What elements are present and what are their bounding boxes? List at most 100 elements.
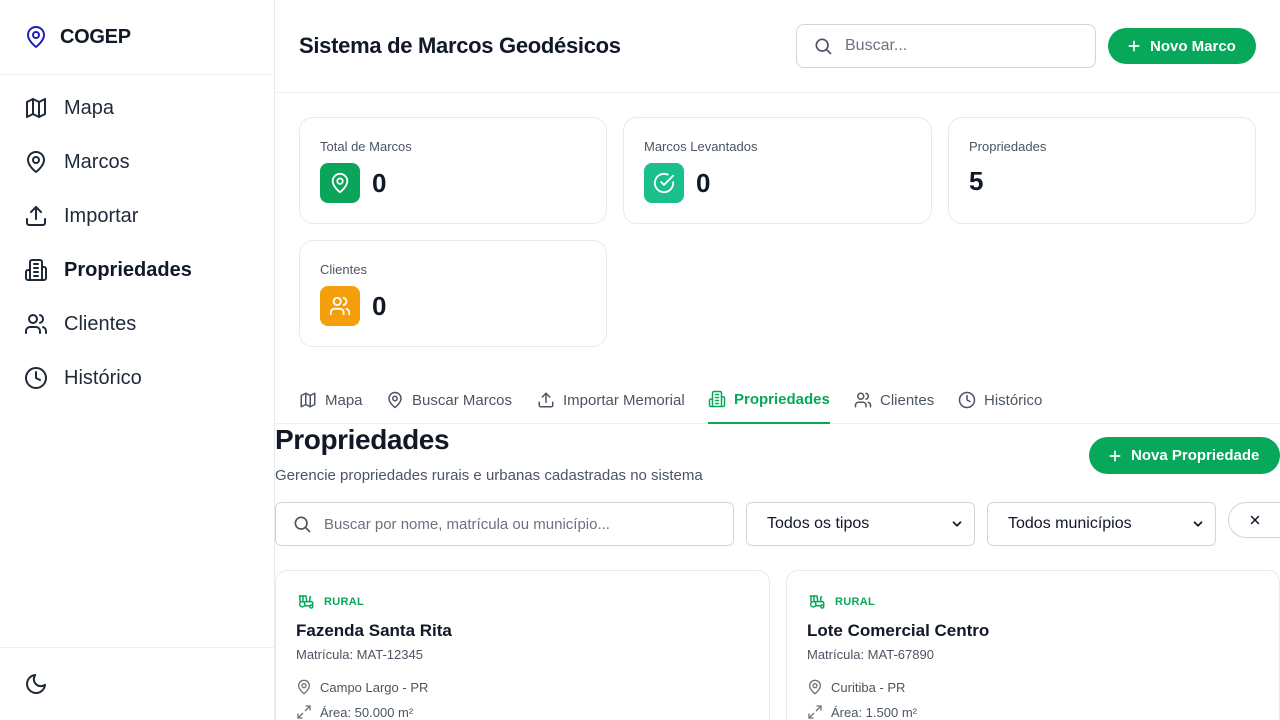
stat-card-total-marcos: Total de Marcos 0 — [299, 117, 607, 224]
property-name: Lote Comercial Centro — [807, 621, 990, 640]
new-marco-button[interactable]: Novo Marco — [1108, 28, 1256, 64]
property-area-text: Área: 1.500 m² — [831, 704, 917, 720]
stat-card-marcos-levantados: Marcos Levantados 0 — [623, 117, 932, 224]
stat-card-propriedades: Propriedades 5 — [948, 117, 1256, 224]
property-type: RURAL — [324, 596, 364, 608]
sidebar-item-historico[interactable]: Histórico — [0, 351, 274, 405]
stat-value: 0 — [372, 291, 387, 321]
property-name: Fazenda Santa Rita — [296, 621, 452, 640]
building-icon — [708, 390, 726, 408]
tab-label: Histórico — [984, 391, 1043, 409]
brand-name: COGEP — [60, 25, 131, 48]
sidebar-item-importar[interactable]: Importar — [0, 189, 274, 243]
moon-icon[interactable] — [24, 672, 48, 696]
map-pin-icon — [807, 679, 823, 695]
type-select-value: Todos os tipos — [767, 515, 870, 532]
tab-importar-memorial[interactable]: Importar Memorial — [537, 376, 685, 424]
new-property-label: Nova Propriedade — [1131, 447, 1260, 464]
upload-icon — [537, 391, 555, 409]
check-circle-icon — [644, 163, 684, 203]
property-location-text: Campo Largo - PR — [320, 679, 429, 695]
new-property-button[interactable]: Nova Propriedade — [1089, 437, 1280, 474]
tab-label: Clientes — [880, 391, 935, 409]
sidebar-item-mapa[interactable]: Mapa — [0, 81, 274, 135]
property-registration: Matrícula: MAT-67890 — [807, 647, 934, 662]
stat-value: 0 — [372, 168, 387, 198]
plus-icon — [1107, 448, 1123, 464]
top-header: Sistema de Marcos Geodésicos Novo Marco — [275, 0, 1280, 93]
tab-bar: Mapa Buscar Marcos Importar Memorial Pro… — [275, 376, 1280, 424]
sidebar-item-label: Importar — [64, 204, 139, 227]
plus-icon — [1126, 38, 1142, 54]
tab-propriedades[interactable]: Propriedades — [708, 376, 830, 424]
property-location: Curitiba - PR — [807, 679, 905, 695]
sidebar-item-marcos[interactable]: Marcos — [0, 135, 274, 189]
map-pin-icon — [386, 391, 404, 409]
stat-value: 5 — [969, 166, 984, 196]
tractor-icon — [296, 593, 316, 611]
sidebar: COGEP Mapa Marcos Importar Propriedades … — [0, 0, 275, 720]
property-search[interactable] — [275, 502, 734, 546]
upload-icon — [24, 204, 48, 228]
sidebar-item-label: Propriedades — [64, 258, 192, 281]
clock-icon — [958, 391, 976, 409]
clear-filters-button[interactable] — [1228, 502, 1280, 538]
stat-label: Clientes — [320, 262, 367, 277]
stat-label: Total de Marcos — [320, 139, 412, 154]
map-pin-icon — [24, 25, 48, 49]
sidebar-item-label: Mapa — [64, 96, 115, 119]
property-type-badge: RURAL — [807, 593, 875, 611]
stat-label: Propriedades — [969, 139, 1047, 154]
municipality-select[interactable]: Todos municípios — [987, 502, 1216, 546]
expand-icon — [807, 704, 823, 720]
stat-label: Marcos Levantados — [644, 139, 758, 154]
map-icon — [299, 391, 317, 409]
tab-label: Importar Memorial — [563, 391, 685, 409]
search-input[interactable] — [845, 37, 1065, 55]
tab-label: Buscar Marcos — [412, 391, 513, 409]
map-pin-icon — [24, 150, 48, 174]
tractor-icon — [807, 593, 827, 611]
tab-historico[interactable]: Histórico — [958, 376, 1042, 424]
building-icon — [24, 258, 48, 282]
map-pin-icon — [320, 163, 360, 203]
stat-value: 0 — [696, 168, 711, 198]
property-area: Área: 50.000 m² — [296, 704, 413, 720]
sidebar-item-label: Clientes — [64, 312, 137, 335]
map-icon — [24, 96, 48, 120]
tab-label: Propriedades — [734, 390, 830, 408]
expand-icon — [296, 704, 312, 720]
sidebar-item-clientes[interactable]: Clientes — [0, 297, 274, 351]
chevron-down-icon — [950, 517, 964, 531]
sidebar-footer — [0, 647, 274, 720]
new-marco-label: Novo Marco — [1150, 37, 1236, 55]
tab-label: Mapa — [325, 391, 363, 409]
close-icon — [1248, 513, 1262, 527]
property-area: Área: 1.500 m² — [807, 704, 917, 720]
section-subtitle: Gerencie propriedades rurais e urbanas c… — [275, 467, 703, 484]
search-icon — [813, 36, 833, 56]
property-area-text: Área: 50.000 m² — [320, 704, 414, 720]
header-search[interactable] — [796, 24, 1096, 68]
sidebar-item-label: Marcos — [64, 150, 130, 173]
sidebar-nav: Mapa Marcos Importar Propriedades Client… — [0, 75, 274, 405]
tab-clientes[interactable]: Clientes — [854, 376, 934, 424]
stat-card-clientes: Clientes 0 — [299, 240, 607, 347]
tab-mapa[interactable]: Mapa — [299, 376, 363, 424]
sidebar-item-label: Histórico — [64, 366, 142, 389]
property-card[interactable]: RURAL Lote Comercial Centro Matrícula: M… — [786, 570, 1280, 720]
property-search-input[interactable] — [324, 515, 704, 533]
property-type: RURAL — [835, 596, 875, 608]
brand[interactable]: COGEP — [0, 0, 274, 75]
map-pin-icon — [296, 679, 312, 695]
sidebar-item-propriedades[interactable]: Propriedades — [0, 243, 274, 297]
section-title: Propriedades — [275, 424, 450, 455]
clock-icon — [24, 366, 48, 390]
tab-buscar-marcos[interactable]: Buscar Marcos — [386, 376, 512, 424]
municipality-select-value: Todos municípios — [1008, 515, 1132, 532]
property-type-badge: RURAL — [296, 593, 364, 611]
search-icon — [292, 514, 312, 534]
type-select[interactable]: Todos os tipos — [746, 502, 975, 546]
property-card[interactable]: RURAL Fazenda Santa Rita Matrícula: MAT-… — [275, 570, 770, 720]
property-location-text: Curitiba - PR — [831, 679, 906, 695]
